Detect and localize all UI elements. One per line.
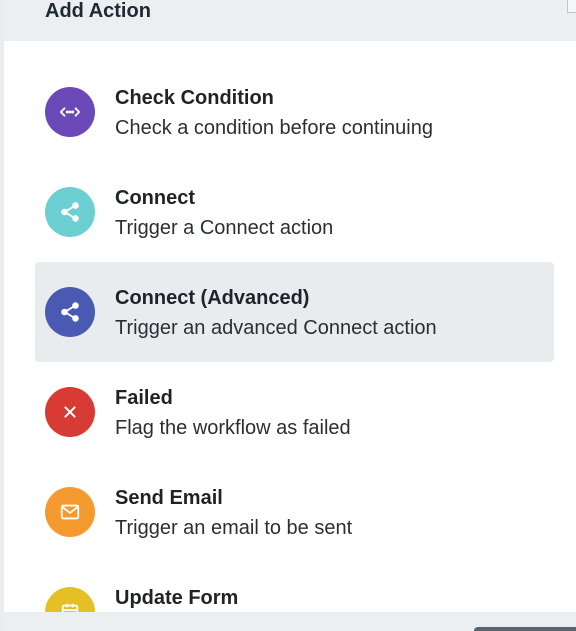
action-item-connect[interactable]: Connect Trigger a Connect action: [35, 162, 554, 262]
add-action-panel: Add Action Check Condition Check a condi…: [0, 0, 576, 631]
action-item-check-condition[interactable]: Check Condition Check a condition before…: [35, 62, 554, 162]
action-description: Trigger an email to be sent: [115, 517, 353, 539]
panel-footer: [4, 612, 576, 631]
action-item-failed[interactable]: Failed Flag the workflow as failed: [35, 362, 554, 462]
action-title: Send Email: [115, 487, 223, 509]
action-title: Update Form: [115, 587, 239, 609]
action-item-connect-advanced[interactable]: Connect (Advanced) Trigger an advanced C…: [35, 262, 554, 362]
action-title: Failed: [115, 387, 173, 409]
action-title: Connect (Advanced): [115, 287, 310, 309]
share-icon: [45, 287, 95, 337]
action-description: Flag the workflow as failed: [115, 417, 351, 439]
mail-icon: [45, 487, 95, 537]
panel-header: Add Action: [4, 0, 576, 41]
action-title: Connect: [115, 187, 195, 209]
code-arrows-icon: [45, 87, 95, 137]
close-button[interactable]: [567, 0, 576, 13]
share-icon: [45, 187, 95, 237]
action-description: Trigger an advanced Connect action: [115, 317, 437, 339]
panel-left-edge: [0, 0, 4, 631]
scroll-handle[interactable]: [474, 627, 576, 631]
action-title: Check Condition: [115, 87, 274, 109]
close-icon: [45, 387, 95, 437]
action-description: Trigger a Connect action: [115, 217, 334, 239]
action-list: Check Condition Check a condition before…: [35, 62, 554, 631]
action-description: Check a condition before continuing: [115, 117, 433, 139]
action-item-send-email[interactable]: Send Email Trigger an email to be sent: [35, 462, 554, 562]
panel-title: Add Action: [45, 0, 151, 22]
